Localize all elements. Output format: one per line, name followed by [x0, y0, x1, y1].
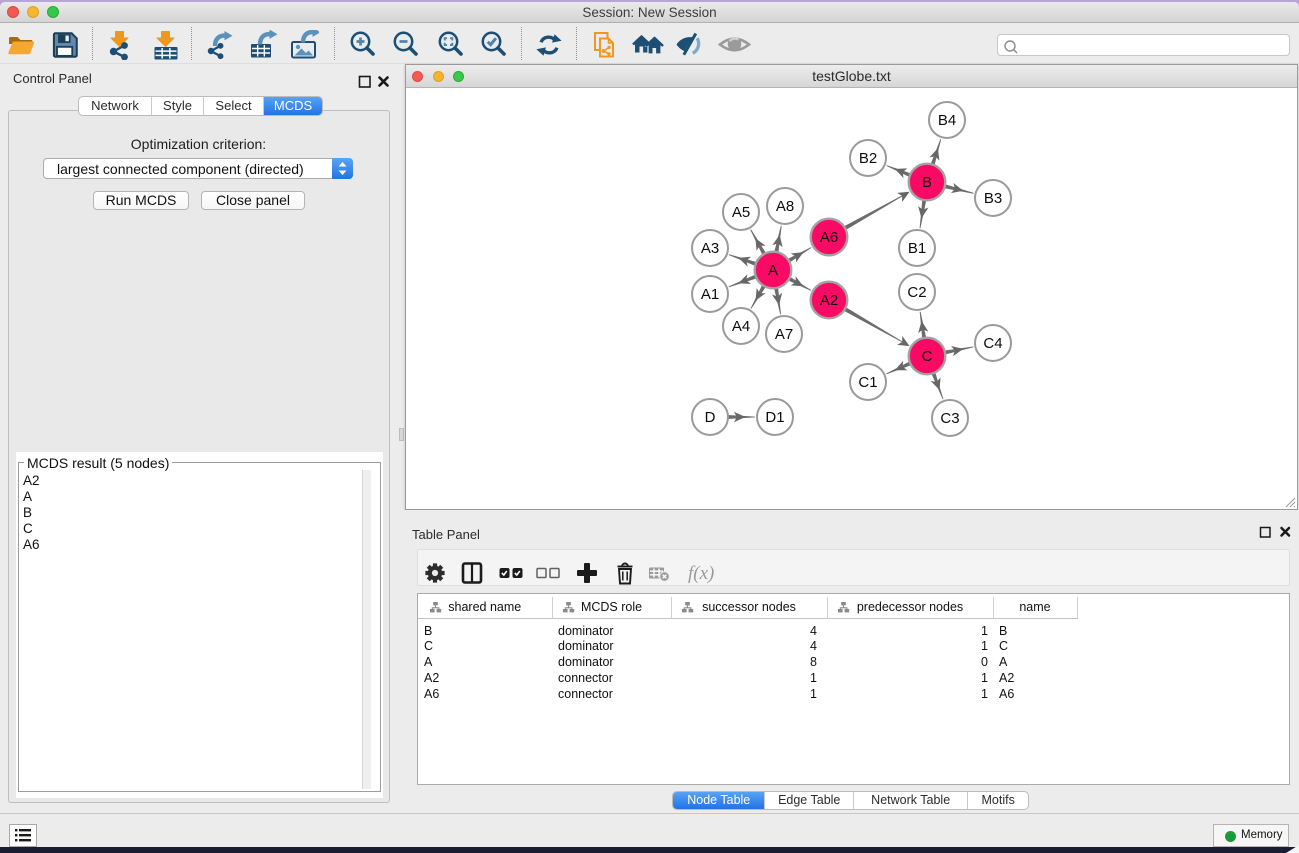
svg-text:A6: A6	[820, 229, 838, 246]
svg-text:D: D	[705, 409, 716, 426]
svg-text:A3: A3	[701, 240, 719, 257]
svg-text:C: C	[922, 348, 933, 365]
svg-text:A7: A7	[775, 326, 793, 343]
svg-text:f(x): f(x)	[688, 563, 714, 584]
svg-text:A: A	[768, 262, 778, 279]
svg-text:B2: B2	[859, 150, 877, 167]
svg-text:C2: C2	[907, 284, 926, 301]
svg-text:A2: A2	[820, 292, 838, 309]
svg-text:A4: A4	[732, 318, 750, 335]
svg-text:A8: A8	[776, 198, 794, 215]
svg-text:B: B	[922, 174, 932, 191]
svg-text:C3: C3	[940, 410, 959, 427]
svg-text:B3: B3	[984, 190, 1002, 207]
svg-text:A5: A5	[732, 204, 750, 221]
svg-text:D1: D1	[765, 409, 784, 426]
svg-text:C4: C4	[983, 335, 1002, 352]
svg-text:B1: B1	[908, 240, 926, 257]
svg-text:A1: A1	[701, 286, 719, 303]
svg-text:B4: B4	[938, 112, 956, 129]
svg-text:C1: C1	[858, 374, 877, 391]
